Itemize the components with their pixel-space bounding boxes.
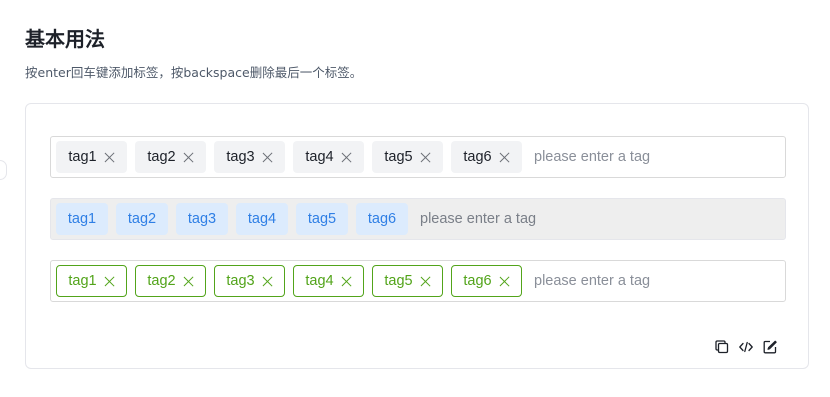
code-icon[interactable] — [738, 339, 754, 355]
tag-item: tag2 — [135, 141, 206, 173]
tag-label: tag6 — [367, 210, 397, 227]
tag-label: tag4 — [247, 210, 277, 227]
tag-item: tag4 — [293, 141, 364, 173]
tag-label: tag5 — [384, 272, 413, 289]
close-icon[interactable] — [499, 152, 510, 163]
tag-item: tag6 — [451, 265, 522, 297]
tag-item: tag6 — [356, 203, 408, 235]
tag-item: tag5 — [296, 203, 348, 235]
section-title: 基本用法 — [25, 27, 105, 51]
tag-label: tag1 — [67, 210, 97, 227]
tag-label: tag2 — [127, 210, 157, 227]
close-icon[interactable] — [499, 276, 510, 287]
tag-item: tag4 — [236, 203, 288, 235]
tag-label: tag1 — [68, 272, 97, 289]
tag-input-default[interactable]: tag1 tag2 tag3 tag4 tag5 tag6 please ent… — [50, 136, 786, 178]
tag-item: tag3 — [214, 265, 285, 297]
close-icon[interactable] — [183, 276, 194, 287]
close-icon[interactable] — [262, 276, 273, 287]
tag-label: tag3 — [187, 210, 217, 227]
close-icon[interactable] — [420, 276, 431, 287]
side-scroll-handle[interactable] — [0, 160, 7, 180]
tag-item: tag3 — [176, 203, 228, 235]
tag-input-outline[interactable]: tag1 tag2 tag3 tag4 tag5 tag6 please ent… — [50, 260, 786, 302]
tag-label: tag2 — [147, 148, 176, 165]
close-icon[interactable] — [341, 276, 352, 287]
tag-item: tag4 — [293, 265, 364, 297]
tag-input-placeholder[interactable]: please enter a tag — [534, 149, 650, 165]
tag-input-placeholder: please enter a tag — [420, 211, 537, 227]
close-icon[interactable] — [183, 152, 194, 163]
tag-label: tag4 — [305, 272, 334, 289]
section-description: 按enter回车键添加标签，按backspace删除最后一个标签。 — [25, 65, 363, 80]
tag-item: tag3 — [214, 141, 285, 173]
copy-icon[interactable] — [714, 339, 730, 355]
close-icon[interactable] — [420, 152, 431, 163]
tag-input-disabled: tag1 tag2 tag3 tag4 tag5 tag6 please ent… — [50, 198, 786, 240]
edit-icon[interactable] — [762, 339, 778, 355]
tag-item: tag1 — [56, 265, 127, 297]
tag-label: tag3 — [226, 272, 255, 289]
close-icon[interactable] — [341, 152, 352, 163]
tag-label: tag3 — [226, 148, 255, 165]
tag-item: tag5 — [372, 141, 443, 173]
tag-label: tag1 — [68, 148, 97, 165]
close-icon[interactable] — [262, 152, 273, 163]
tag-label: tag5 — [384, 148, 413, 165]
tag-label: tag4 — [305, 148, 334, 165]
tag-item: tag2 — [135, 265, 206, 297]
tag-item: tag5 — [372, 265, 443, 297]
tag-label: tag2 — [147, 272, 176, 289]
close-icon[interactable] — [104, 276, 115, 287]
tag-item: tag2 — [116, 203, 168, 235]
tag-item: tag1 — [56, 141, 127, 173]
tag-label: tag5 — [307, 210, 337, 227]
tag-input-placeholder[interactable]: please enter a tag — [534, 273, 650, 289]
close-icon[interactable] — [104, 152, 115, 163]
tag-item: tag1 — [56, 203, 108, 235]
tag-label: tag6 — [463, 148, 492, 165]
demo-actions — [714, 339, 778, 355]
tag-item: tag6 — [451, 141, 522, 173]
tag-label: tag6 — [463, 272, 492, 289]
demo-card: tag1 tag2 tag3 tag4 tag5 tag6 please ent… — [25, 103, 809, 369]
